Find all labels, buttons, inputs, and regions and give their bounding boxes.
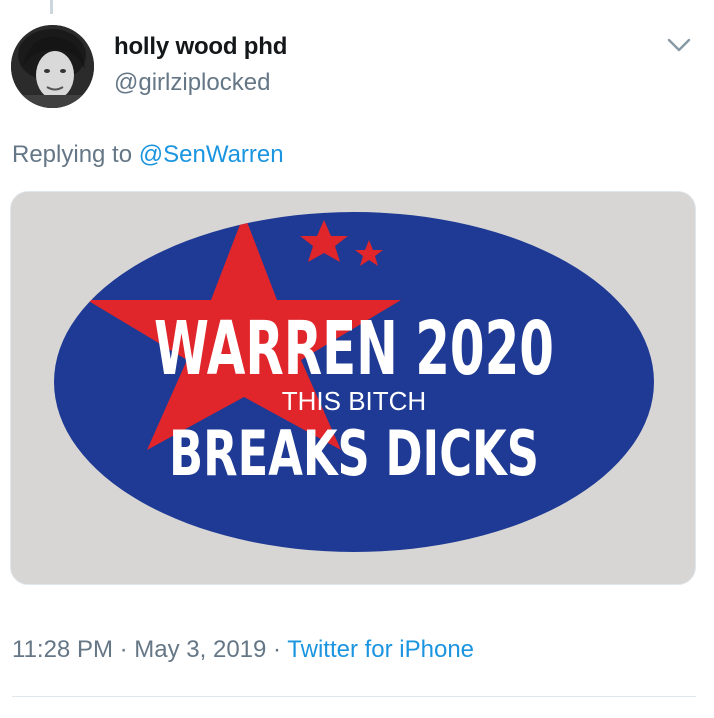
divider — [12, 696, 696, 697]
replying-to-line: Replying to @SenWarren — [12, 141, 284, 169]
display-name[interactable]: holly wood phd — [114, 33, 287, 61]
tweet-image[interactable]: WARREN 2020 THIS BITCH BREAKS DICKS — [10, 191, 696, 585]
sticker-line-3: BREAKS DICKS — [169, 417, 539, 490]
sticker-line-2: THIS BITCH — [282, 386, 426, 416]
tweet-time[interactable]: 11:28 PM — [12, 636, 113, 663]
warren-sticker-image: WARREN 2020 THIS BITCH BREAKS DICKS — [11, 192, 695, 584]
avatar[interactable] — [11, 25, 94, 108]
tweet-date[interactable]: May 3, 2019 — [134, 636, 266, 663]
tweet-meta: 11:28 PM · May 3, 2019 · Twitter for iPh… — [12, 636, 474, 664]
tweet-source[interactable]: Twitter for iPhone — [287, 636, 474, 663]
replying-to-mention[interactable]: @SenWarren — [139, 141, 284, 168]
meta-separator: · — [266, 636, 288, 663]
meta-separator: · — [112, 636, 135, 663]
sticker-line-1: WARREN 2020 — [154, 306, 554, 392]
user-handle[interactable]: @girlziplocked — [114, 69, 270, 97]
replying-to-label: Replying to — [12, 141, 133, 168]
thread-connector-line — [50, 0, 53, 14]
avatar-photo — [11, 25, 94, 108]
chevron-down-icon[interactable] — [664, 32, 694, 58]
